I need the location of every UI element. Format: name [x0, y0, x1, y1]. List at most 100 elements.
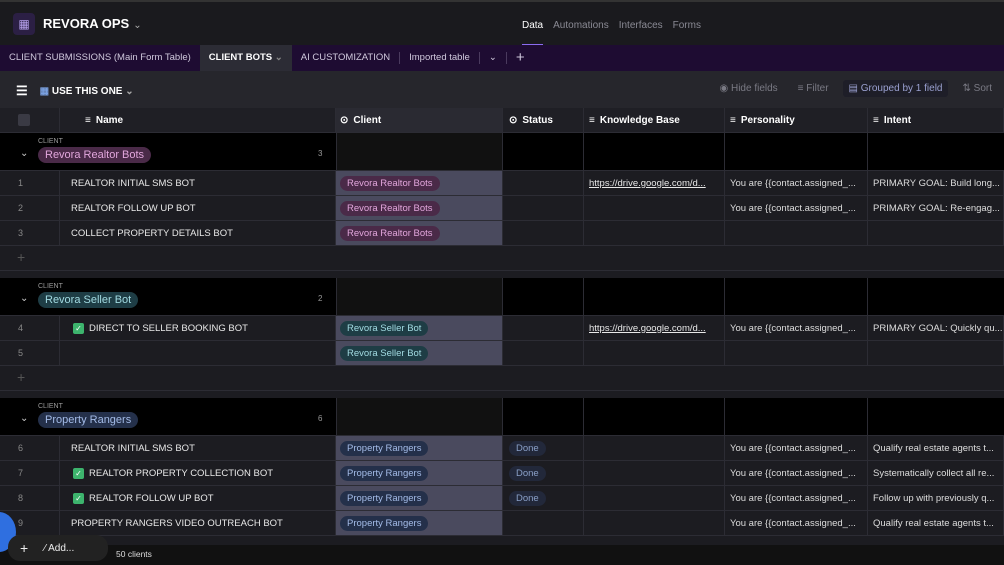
group-header[interactable]: CLIENT ⌄ Revora Seller Bot 2: [0, 278, 1004, 316]
nav-interfaces[interactable]: Interfaces: [619, 20, 663, 31]
status-cell[interactable]: [503, 196, 584, 220]
knowledge-base-cell[interactable]: https://drive.google.com/d...: [584, 171, 725, 195]
name-cell[interactable]: PROPERTY RANGERS VIDEO OUTREACH BOT: [60, 511, 336, 535]
client-cell[interactable]: Property Rangers: [336, 511, 503, 535]
status-cell[interactable]: [503, 341, 584, 365]
client-cell[interactable]: Revora Realtor Bots: [336, 171, 503, 195]
table-row[interactable]: 8 ✓ REALTOR FOLLOW UP BOT Property Rangers D…: [0, 486, 1004, 511]
add-with-ai-button[interactable]: ⁄ Add...: [44, 543, 74, 554]
table-row[interactable]: 4 ✓ DIRECT TO SELLER BOOKING BOT Revora Sel…: [0, 316, 1004, 341]
intent-cell[interactable]: PRIMARY GOAL: Build long...: [868, 171, 1004, 195]
add-row-button[interactable]: +: [0, 246, 1004, 271]
status-cell[interactable]: [503, 511, 584, 535]
name-cell[interactable]: ✓ REALTOR FOLLOW UP BOT: [60, 486, 336, 510]
status-cell[interactable]: Done: [503, 486, 584, 510]
nav-forms[interactable]: Forms: [673, 20, 701, 31]
tab-ai-customization[interactable]: AI CUSTOMIZATION: [292, 45, 399, 71]
intent-cell[interactable]: Follow up with previously q...: [868, 486, 1004, 510]
client-cell[interactable]: Property Rangers: [336, 486, 503, 510]
add-table-button[interactable]: +: [507, 45, 534, 71]
client-cell[interactable]: Property Rangers: [336, 436, 503, 460]
column-header-personality[interactable]: ≡ Personality: [725, 108, 868, 132]
name-cell[interactable]: COLLECT PROPERTY DETAILS BOT: [60, 221, 336, 245]
base-logo-icon[interactable]: ▦: [13, 13, 35, 35]
intent-cell[interactable]: [868, 341, 1004, 365]
personality-cell[interactable]: You are {{contact.assigned_...: [725, 196, 868, 220]
column-header-name[interactable]: ≡ Name: [60, 108, 336, 132]
personality-cell[interactable]: You are {{contact.assigned_...: [725, 511, 868, 535]
add-row-button[interactable]: +: [0, 366, 1004, 391]
knowledge-base-link[interactable]: https://drive.google.com/d...: [589, 178, 706, 189]
knowledge-base-cell[interactable]: [584, 341, 725, 365]
name-cell[interactable]: ✓ REALTOR PROPERTY COLLECTION BOT: [60, 461, 336, 485]
intent-cell[interactable]: Systematically collect all re...: [868, 461, 1004, 485]
client-cell[interactable]: Revora Seller Bot: [336, 341, 503, 365]
knowledge-base-cell[interactable]: https://drive.google.com/d...: [584, 316, 725, 340]
tab-imported-table[interactable]: Imported table: [400, 45, 479, 71]
table-row[interactable]: 5 Revora Seller Bot: [0, 341, 1004, 366]
table-row[interactable]: 6 REALTOR INITIAL SMS BOT Property Rangers…: [0, 436, 1004, 461]
personality-cell[interactable]: You are {{contact.assigned_...: [725, 316, 868, 340]
client-cell[interactable]: Revora Realtor Bots: [336, 221, 503, 245]
table-row[interactable]: 2 REALTOR FOLLOW UP BOT Revora Realtor Bot…: [0, 196, 1004, 221]
base-title[interactable]: REVORA OPS ⌄: [43, 16, 142, 31]
collapse-chevron-icon[interactable]: ⌄: [20, 148, 28, 159]
name-cell[interactable]: ✓ DIRECT TO SELLER BOOKING BOT: [60, 316, 336, 340]
tab-client-bots[interactable]: CLIENT BOTS ⌄: [199, 45, 292, 71]
personality-cell[interactable]: You are {{contact.assigned_...: [725, 486, 868, 510]
add-record-button[interactable]: +: [20, 540, 28, 556]
table-row[interactable]: 7 ✓ REALTOR PROPERTY COLLECTION BOT Propert…: [0, 461, 1004, 486]
menu-icon[interactable]: ☰: [16, 83, 28, 99]
client-cell[interactable]: Property Rangers: [336, 461, 503, 485]
table-row[interactable]: 9 PROPERTY RANGERS VIDEO OUTREACH BOT Prop…: [0, 511, 1004, 536]
select-all-checkbox[interactable]: [0, 108, 60, 132]
name-cell[interactable]: REALTOR INITIAL SMS BOT: [60, 436, 336, 460]
personality-cell[interactable]: [725, 221, 868, 245]
hide-fields-button[interactable]: ◉ Hide fields: [713, 80, 783, 97]
client-cell[interactable]: Revora Realtor Bots: [336, 196, 503, 220]
group-button[interactable]: ▤ Grouped by 1 field: [842, 80, 949, 97]
table-row[interactable]: 1 REALTOR INITIAL SMS BOT Revora Realtor B…: [0, 171, 1004, 196]
name-cell[interactable]: [60, 341, 336, 365]
status-cell[interactable]: [503, 171, 584, 195]
knowledge-base-cell[interactable]: [584, 461, 725, 485]
intent-cell[interactable]: PRIMARY GOAL: Quickly qu...: [868, 316, 1004, 340]
name-cell[interactable]: REALTOR INITIAL SMS BOT: [60, 171, 336, 195]
knowledge-base-cell[interactable]: [584, 196, 725, 220]
knowledge-base-cell[interactable]: [584, 221, 725, 245]
column-header-intent[interactable]: ≡ Intent: [868, 108, 1004, 132]
client-cell[interactable]: Revora Seller Bot: [336, 316, 503, 340]
name-cell[interactable]: REALTOR FOLLOW UP BOT: [60, 196, 336, 220]
intent-cell[interactable]: Qualify real estate agents t...: [868, 436, 1004, 460]
personality-cell[interactable]: You are {{contact.assigned_...: [725, 461, 868, 485]
status-cell[interactable]: Done: [503, 461, 584, 485]
sort-button[interactable]: ⇅ Sort: [956, 80, 998, 97]
group-header[interactable]: CLIENT ⌄ Revora Realtor Bots 3: [0, 133, 1004, 171]
status-cell[interactable]: [503, 316, 584, 340]
more-tables-chevron-icon[interactable]: ⌄: [480, 45, 506, 71]
intent-cell[interactable]: PRIMARY GOAL: Re-engag...: [868, 196, 1004, 220]
filter-button[interactable]: ≡ Filter: [792, 80, 835, 97]
knowledge-base-cell[interactable]: [584, 511, 725, 535]
column-header-knowledge-base[interactable]: ≡ Knowledge Base: [584, 108, 725, 132]
personality-cell[interactable]: [725, 341, 868, 365]
status-cell[interactable]: [503, 221, 584, 245]
personality-cell[interactable]: You are {{contact.assigned_...: [725, 436, 868, 460]
table-row[interactable]: 3 COLLECT PROPERTY DETAILS BOT Revora Real…: [0, 221, 1004, 246]
collapse-chevron-icon[interactable]: ⌄: [20, 413, 28, 424]
intent-cell[interactable]: [868, 221, 1004, 245]
status-cell[interactable]: Done: [503, 436, 584, 460]
column-header-status[interactable]: ⊙ Status: [503, 108, 584, 132]
group-header[interactable]: CLIENT ⌄ Property Rangers 6: [0, 398, 1004, 436]
nav-automations[interactable]: Automations: [553, 20, 609, 31]
knowledge-base-cell[interactable]: [584, 436, 725, 460]
collapse-chevron-icon[interactable]: ⌄: [20, 293, 28, 304]
knowledge-base-link[interactable]: https://drive.google.com/d...: [589, 323, 706, 334]
nav-data[interactable]: Data: [522, 20, 544, 46]
view-switcher[interactable]: ▦ USE THIS ONE ⌄: [40, 86, 134, 97]
tab-client-submissions[interactable]: CLIENT SUBMISSIONS (Main Form Table): [0, 45, 200, 71]
intent-cell[interactable]: Qualify real estate agents t...: [868, 511, 1004, 535]
knowledge-base-cell[interactable]: [584, 486, 725, 510]
column-header-client[interactable]: ⊙ Client: [336, 108, 503, 132]
personality-cell[interactable]: You are {{contact.assigned_...: [725, 171, 868, 195]
